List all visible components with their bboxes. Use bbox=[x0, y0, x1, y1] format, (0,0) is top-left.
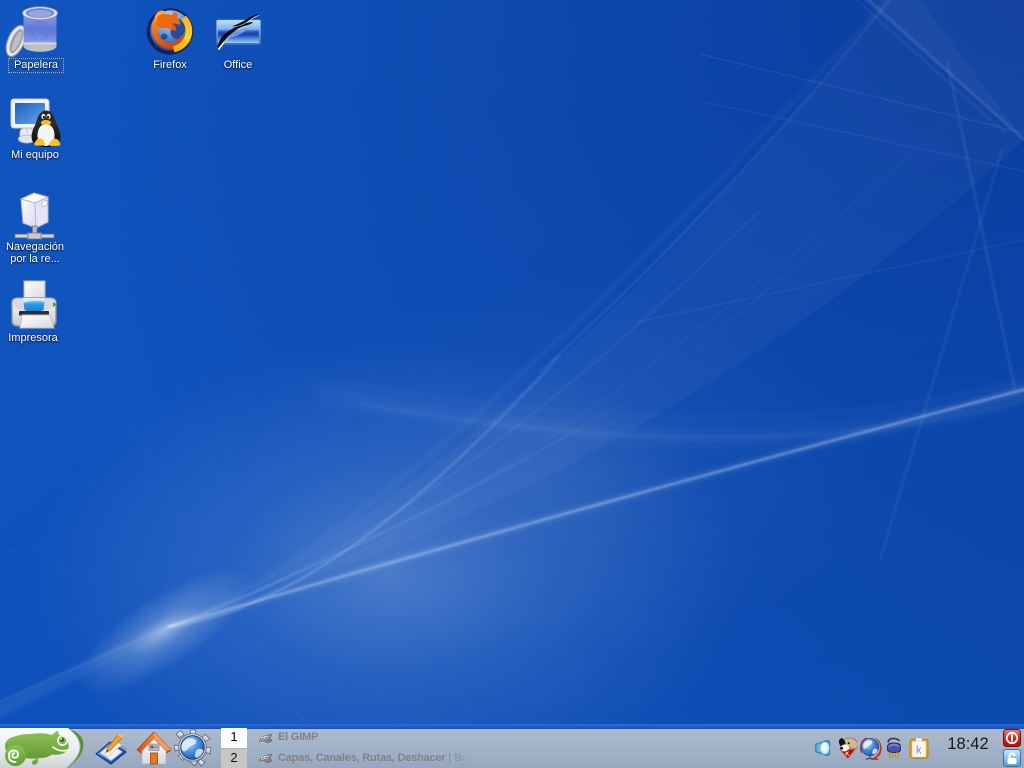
svg-text:k: k bbox=[916, 745, 922, 757]
svg-text:K: K bbox=[845, 752, 849, 758]
